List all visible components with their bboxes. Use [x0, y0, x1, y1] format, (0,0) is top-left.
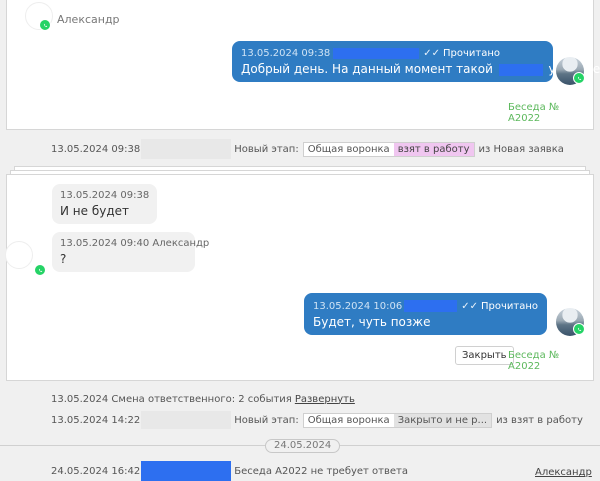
redacted-block [333, 48, 420, 59]
read-checkmark-icon: ✓✓ [423, 48, 441, 59]
incoming-message: 13.05.2024 09:38 И не будет [52, 184, 158, 224]
message-text: Будет, чуть позже [313, 315, 431, 329]
stage-name: Закрыто и не р... [393, 413, 492, 427]
whatsapp-icon [34, 264, 46, 276]
event-text: Беседа А2022 не требует ответа [234, 465, 408, 477]
message-timestamp: 13.05.2024 10:06 [313, 300, 403, 312]
read-status: Прочитано [480, 300, 538, 312]
stage-badge: Общая воронка Закрыто и не р... [302, 412, 493, 428]
funnel-name: Общая воронка [307, 143, 390, 155]
whatsapp-icon [573, 72, 585, 84]
stage-name: взят в работу [393, 142, 474, 156]
stage-change-event: 13.05.2024 09:38 Новый этап: Общая ворон… [51, 138, 564, 160]
contact-name[interactable]: Александр [57, 13, 120, 26]
event-timestamp: 13.05.2024 14:22 [51, 414, 141, 426]
conversation-link[interactable]: Беседа № А2022 [508, 102, 593, 124]
message-text: ? [60, 252, 67, 266]
read-status: Прочитано [443, 48, 501, 59]
close-button[interactable]: Закрыть [455, 346, 514, 365]
responsible-change-event: 13.05.2024 Смена ответственного: 2 событ… [51, 392, 355, 406]
redacted-block [498, 63, 543, 76]
message-timestamp: 13.05.2024 09:38 [60, 190, 150, 201]
event-timestamp: 24.05.2024 16:42 [51, 465, 141, 477]
outgoing-message: 13.05.2024 09:38 ✓✓ Прочитано Добрый ден… [232, 41, 600, 82]
conversation-link[interactable]: Беседа № А2022 [508, 350, 593, 372]
message-timestamp: 13.05.2024 09:38 [241, 48, 331, 59]
message-text: И не будет [60, 204, 130, 218]
event-timestamp: 13.05.2024 09:38 [51, 143, 141, 155]
date-divider: 24.05.2024 [265, 439, 341, 453]
stage-badge: Общая воронка взят в работу [302, 141, 475, 157]
message-timestamp: 13.05.2024 09:40 Александр [60, 238, 210, 249]
whatsapp-icon [39, 19, 51, 31]
stage-change-event: 13.05.2024 14:22 Новый этап: Общая ворон… [51, 410, 583, 430]
redacted-block [141, 461, 232, 481]
event-text: 13.05.2024 Смена ответственного: 2 событ… [51, 393, 292, 405]
chat-thread-card: Александр 13.05.2024 09:38 ✓✓ Прочитано … [6, 0, 600, 130]
previous-stage: из взят в работу [496, 414, 583, 426]
expand-link[interactable]: Развернуть [295, 394, 355, 405]
outgoing-message: 13.05.2024 10:06 ✓✓ Прочитано Будет, чут… [304, 293, 547, 335]
read-checkmark-icon: ✓✓ [461, 300, 478, 312]
redacted-block [141, 411, 232, 429]
message-text: Добрый день. На данный момент такой у на… [241, 62, 600, 76]
whatsapp-icon [573, 323, 585, 335]
redacted-block [141, 139, 232, 159]
event-label: Новый этап: [234, 414, 299, 426]
chat-thread-card: 13.05.2024 09:38 И не будет 13.05.2024 0… [5, 174, 594, 381]
previous-stage: из Новая заявка [478, 143, 564, 155]
incoming-message: 13.05.2024 09:40 Александр ? [52, 232, 210, 272]
funnel-name: Общая воронка [307, 414, 390, 426]
conversation-status-event: 24.05.2024 16:42 Беседа А2022 не требует… [51, 461, 408, 481]
user-link[interactable]: Александр [535, 467, 592, 478]
event-label: Новый этап: [234, 143, 299, 155]
contact-avatar[interactable] [5, 241, 33, 269]
redacted-block [404, 300, 458, 312]
